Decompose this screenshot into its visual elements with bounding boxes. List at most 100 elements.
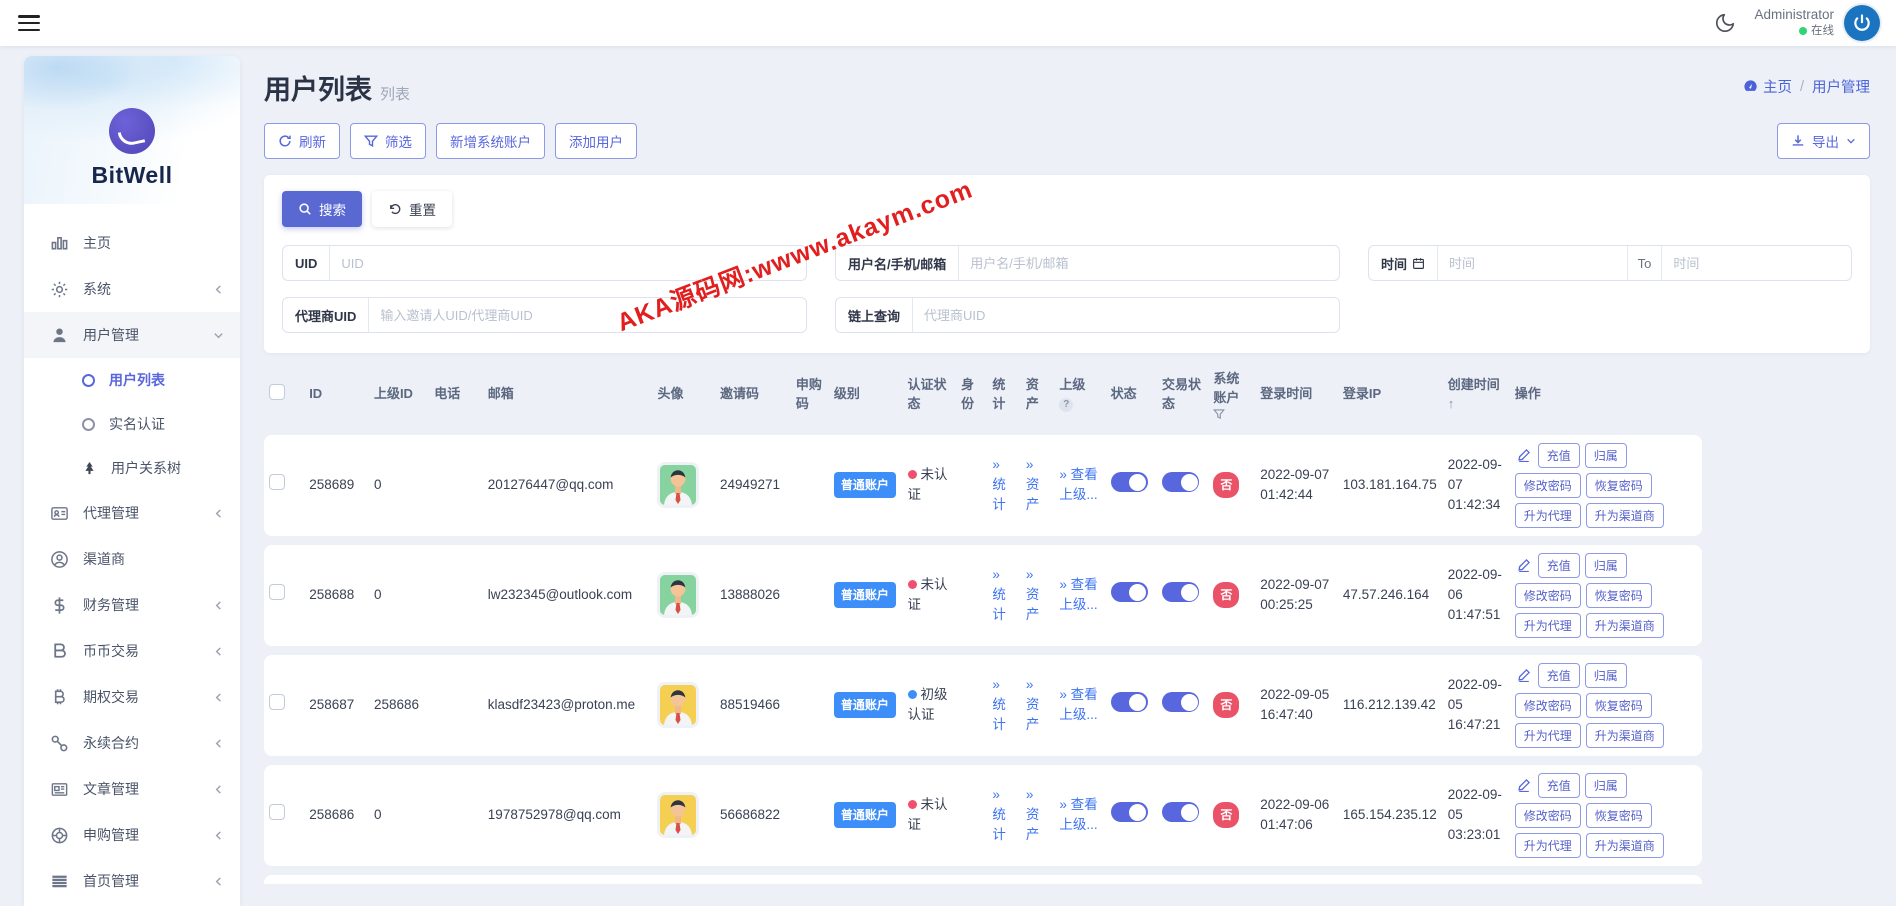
avatar[interactable]	[657, 462, 699, 508]
change-password-button[interactable]: 修改密码	[1515, 583, 1581, 608]
edit-button[interactable]	[1515, 668, 1533, 682]
refresh-button[interactable]: 刷新	[264, 123, 340, 159]
col-actions: 操作	[1510, 364, 1702, 426]
view-parent-link[interactable]: » 查看上级...	[1059, 797, 1097, 832]
avatar[interactable]	[657, 792, 699, 838]
sidebar-item-article-management[interactable]: 文章管理	[24, 766, 240, 812]
stats-link[interactable]: » 统计	[992, 457, 1006, 513]
user-input[interactable]	[959, 246, 1339, 280]
sidebar-item-perpetual-contract[interactable]: 永续合约	[24, 720, 240, 766]
sidebar-item-homepage-management[interactable]: 首页管理	[24, 858, 240, 904]
edit-button[interactable]	[1515, 558, 1533, 572]
belong-button[interactable]: 归属	[1585, 773, 1627, 798]
recharge-button[interactable]: 充值	[1538, 663, 1580, 688]
sidebar-item-spot-trade[interactable]: 币币交易	[24, 628, 240, 674]
recharge-button[interactable]: 充值	[1538, 553, 1580, 578]
promote-agent-button[interactable]: 升为代理	[1515, 503, 1581, 528]
sidebar-subitem-user-tree[interactable]: 用户关系树	[24, 446, 240, 490]
row-checkbox[interactable]	[269, 474, 285, 490]
hamburger-menu-icon[interactable]	[16, 12, 42, 34]
agent-uid-input[interactable]	[369, 298, 806, 332]
restore-password-button[interactable]: 恢复密码	[1586, 583, 1652, 608]
add-system-account-button[interactable]: 新增系统账户	[436, 123, 545, 159]
promote-channel-button[interactable]: 升为渠道商	[1586, 613, 1664, 638]
sidebar-item-system[interactable]: 系统	[24, 266, 240, 312]
col-id: ID	[304, 364, 369, 426]
restore-password-button[interactable]: 恢复密码	[1586, 803, 1652, 828]
view-parent-link[interactable]: » 查看上级...	[1059, 577, 1097, 612]
recharge-button[interactable]: 充值	[1538, 773, 1580, 798]
sidebar-subitem-real-name-auth[interactable]: 实名认证	[24, 402, 240, 446]
row-checkbox[interactable]	[269, 584, 285, 600]
recharge-button[interactable]: 充值	[1538, 443, 1580, 468]
row-checkbox[interactable]	[269, 694, 285, 710]
view-parent-link[interactable]: » 查看上级...	[1059, 467, 1097, 502]
restore-password-button[interactable]: 恢复密码	[1586, 473, 1652, 498]
status-toggle[interactable]	[1111, 582, 1148, 602]
assets-link[interactable]: » 资产	[1026, 677, 1040, 733]
change-password-button[interactable]: 修改密码	[1515, 693, 1581, 718]
edit-button[interactable]	[1515, 778, 1533, 792]
sidebar-item-finance-management[interactable]: 财务管理	[24, 582, 240, 628]
trade-status-toggle[interactable]	[1162, 802, 1199, 822]
select-all-checkbox[interactable]	[269, 384, 285, 400]
cell-phone	[429, 435, 483, 536]
promote-channel-button[interactable]: 升为渠道商	[1586, 723, 1664, 748]
uid-input[interactable]	[330, 246, 806, 280]
change-password-button[interactable]: 修改密码	[1515, 803, 1581, 828]
restore-password-button[interactable]: 恢复密码	[1586, 693, 1652, 718]
column-filter-icon[interactable]	[1213, 408, 1225, 420]
status-toggle[interactable]	[1111, 692, 1148, 712]
promote-agent-button[interactable]: 升为代理	[1515, 723, 1581, 748]
trade-status-toggle[interactable]	[1162, 692, 1199, 712]
status-toggle[interactable]	[1111, 472, 1148, 492]
avatar[interactable]	[657, 572, 699, 618]
time-to-input[interactable]	[1662, 246, 1851, 280]
assets-link[interactable]: » 资产	[1026, 787, 1040, 843]
stats-link[interactable]: » 统计	[992, 787, 1006, 843]
trade-status-toggle[interactable]	[1162, 582, 1199, 602]
chain-query-input[interactable]	[913, 298, 1339, 332]
promote-channel-button[interactable]: 升为渠道商	[1586, 503, 1664, 528]
breadcrumb-home[interactable]: 主页	[1743, 76, 1792, 97]
sidebar-item-user-management[interactable]: 用户管理	[24, 312, 240, 358]
row-checkbox[interactable]	[269, 804, 285, 820]
breadcrumb-current[interactable]: 用户管理	[1812, 76, 1870, 97]
promote-agent-button[interactable]: 升为代理	[1515, 613, 1581, 638]
view-parent-link[interactable]: » 查看上级...	[1059, 687, 1097, 722]
avatar[interactable]	[1844, 5, 1880, 41]
col-created-at[interactable]: 创建时间↑	[1443, 364, 1510, 426]
search-button[interactable]: 搜索	[282, 191, 362, 227]
sort-asc-icon[interactable]: ↑	[1448, 396, 1455, 411]
trade-status-toggle[interactable]	[1162, 472, 1199, 492]
sidebar-item-agent-management[interactable]: 代理管理	[24, 490, 240, 536]
sidebar-item-subscription-management[interactable]: 申购管理	[24, 812, 240, 858]
edit-button[interactable]	[1515, 448, 1533, 462]
assets-link[interactable]: » 资产	[1026, 567, 1040, 623]
user-menu[interactable]: Administrator 在线	[1754, 5, 1880, 41]
belong-button[interactable]: 归属	[1585, 553, 1627, 578]
avatar[interactable]	[657, 682, 699, 728]
sidebar-item-option-trade[interactable]: 期权交易	[24, 674, 240, 720]
belong-button[interactable]: 归属	[1585, 663, 1627, 688]
add-user-button[interactable]: 添加用户	[555, 123, 637, 159]
sidebar-item-home[interactable]: 主页	[24, 220, 240, 266]
promote-channel-button[interactable]: 升为渠道商	[1586, 833, 1664, 858]
sidebar-item-channel-merchant[interactable]: 渠道商	[24, 536, 240, 582]
promote-agent-button[interactable]: 升为代理	[1515, 833, 1581, 858]
belong-button[interactable]: 归属	[1585, 443, 1627, 468]
stats-link[interactable]: » 统计	[992, 677, 1006, 733]
dark-mode-toggle-moon-icon[interactable]	[1714, 12, 1736, 34]
avatar-person-icon	[660, 575, 696, 615]
assets-link[interactable]: » 资产	[1026, 457, 1040, 513]
stats-link[interactable]: » 统计	[992, 567, 1006, 623]
export-button[interactable]: 导出	[1777, 123, 1870, 159]
bar-chart-icon	[50, 234, 69, 253]
time-from-input[interactable]	[1438, 246, 1627, 280]
status-toggle[interactable]	[1111, 802, 1148, 822]
change-password-button[interactable]: 修改密码	[1515, 473, 1581, 498]
filter-button[interactable]: 筛选	[350, 123, 426, 159]
reset-button[interactable]: 重置	[372, 191, 452, 227]
sidebar-subitem-user-list[interactable]: 用户列表	[24, 358, 240, 402]
cell-parent-id: 258686	[369, 655, 429, 756]
